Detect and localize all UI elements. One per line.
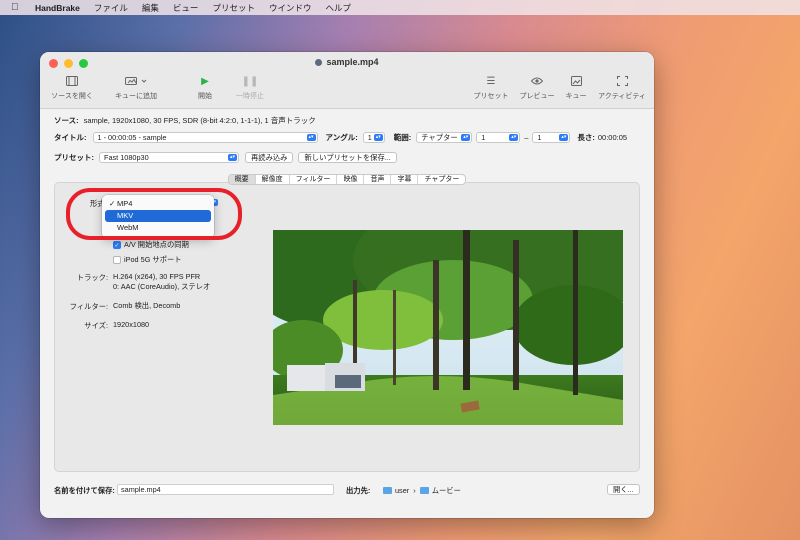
tab-summary[interactable]: 概要 bbox=[228, 175, 256, 184]
preset-label: プリセット: bbox=[54, 153, 94, 162]
window-title: sample.mp4 bbox=[40, 57, 654, 67]
tab-video[interactable]: 映像 bbox=[337, 175, 365, 184]
chevron-updown-icon: ▴▾ bbox=[509, 134, 519, 141]
pause-icon: ❚❚ bbox=[241, 75, 259, 87]
queue-button[interactable]: キュー bbox=[560, 74, 592, 101]
apple-icon[interactable]:  bbox=[11, 2, 23, 13]
film-icon bbox=[46, 74, 98, 88]
tracks-label: トラック: bbox=[76, 273, 108, 282]
size-label: サイズ: bbox=[84, 321, 108, 330]
tab-bar-container: 概要 解像度 フィルター 映像 音声 字幕 チャプター bbox=[40, 174, 654, 185]
folder-icon bbox=[383, 487, 392, 494]
tab-dimensions[interactable]: 解像度 bbox=[256, 175, 290, 184]
menu-help[interactable]: ヘルプ bbox=[325, 2, 351, 14]
main-window: sample.mp4 ソースを開く キューに追加 ▶ 開始 ❚❚ 一時停止 ☰ … bbox=[40, 52, 654, 518]
chevron-updown-icon: ▴▾ bbox=[306, 134, 316, 141]
save-new-preset-button[interactable]: 新しいプリセットを保存... bbox=[298, 152, 397, 163]
checkmark-icon: ✓ bbox=[113, 241, 121, 249]
tracks-value: H.264 (x264), 30 FPS PFR 0: AAC (CoreAud… bbox=[113, 272, 211, 291]
chevron-updown-icon: ▴▾ bbox=[559, 134, 569, 141]
menu-view[interactable]: ビュー bbox=[173, 2, 199, 14]
duration-value: 00:00:05 bbox=[597, 133, 628, 142]
menu-app[interactable]: HandBrake bbox=[35, 3, 80, 13]
menu-presets[interactable]: プリセット bbox=[212, 2, 255, 14]
menu-bar:  HandBrake ファイル 編集 ビュー プリセット ウインドウ ヘルプ bbox=[0, 0, 800, 15]
range-end-select[interactable]: 1 ▴▾ bbox=[532, 132, 571, 143]
queue-icon bbox=[560, 74, 592, 88]
filters-label: フィルター: bbox=[69, 302, 108, 311]
angle-label: アングル: bbox=[325, 133, 358, 142]
eye-icon bbox=[516, 74, 558, 88]
range-dash: – bbox=[524, 133, 529, 142]
tab-subtitles[interactable]: 字幕 bbox=[391, 175, 419, 184]
checkbox-box bbox=[113, 256, 121, 264]
browse-button[interactable]: 開く... bbox=[607, 484, 640, 495]
chevron-updown-icon: ▴▾ bbox=[373, 134, 383, 141]
chevron-updown-icon: ▴▾ bbox=[228, 154, 237, 161]
menu-window[interactable]: ウインドウ bbox=[269, 2, 312, 14]
title-row: タイトル: 1 - 00:00:05 - sample ▴▾ アングル: 1 ▴▾ … bbox=[54, 132, 627, 143]
title-select[interactable]: 1 - 00:00:05 - sample ▴▾ bbox=[92, 132, 318, 143]
source-label: ソース: bbox=[54, 116, 79, 125]
preview-button[interactable]: プレビュー bbox=[516, 74, 558, 101]
tab-chapters[interactable]: チャプター bbox=[418, 175, 465, 184]
title-label: タイトル: bbox=[54, 133, 87, 142]
preset-row: プリセット: Fast 1080p30 ▴▾ 再読み込み 新しいプリセットを保存.… bbox=[54, 152, 397, 163]
folder-icon bbox=[419, 487, 429, 494]
range-start-select[interactable]: 1 ▴▾ bbox=[476, 132, 521, 143]
activity-button[interactable]: アクティビティ bbox=[594, 74, 650, 101]
reload-preset-button[interactable]: 再読み込み bbox=[245, 152, 294, 163]
activity-icon bbox=[594, 74, 650, 88]
tab-bar: 概要 解像度 フィルター 映像 音声 字幕 チャプター bbox=[227, 174, 467, 185]
tab-audio[interactable]: 音声 bbox=[364, 175, 392, 184]
destination-path[interactable]: user › ムービー bbox=[383, 486, 461, 496]
preset-select[interactable]: Fast 1080p30 ▴▾ bbox=[99, 152, 239, 163]
menu-edit[interactable]: 編集 bbox=[142, 2, 159, 14]
range-type-select[interactable]: チャプター ▴▾ bbox=[416, 132, 473, 143]
angle-select[interactable]: 1 ▴▾ bbox=[362, 132, 385, 143]
size-value: 1920x1080 bbox=[113, 320, 150, 329]
annotation-highlight-ring bbox=[66, 188, 242, 240]
pause-button[interactable]: ❚❚ 一時停止 bbox=[232, 74, 268, 101]
save-row: 名前を付けて保存: sample.mp4 出力先: user › ムービー 開く… bbox=[40, 484, 654, 504]
chevron-updown-icon: ▴▾ bbox=[461, 134, 471, 141]
sliders-icon: ☰ bbox=[486, 75, 496, 87]
destination-label: 出力先: bbox=[346, 486, 371, 495]
add-queue-icon bbox=[110, 74, 162, 88]
source-info: sample, 1920x1080, 30 FPS, SDR (8-bit 4:… bbox=[83, 116, 316, 125]
save-filename-field[interactable]: sample.mp4 bbox=[117, 484, 334, 495]
range-label: 範囲: bbox=[393, 133, 412, 142]
play-icon: ▶ bbox=[201, 75, 209, 87]
park-scene-image bbox=[273, 230, 623, 425]
title-bar: sample.mp4 ソースを開く キューに追加 ▶ 開始 ❚❚ 一時停止 ☰ … bbox=[40, 52, 654, 109]
open-source-button[interactable]: ソースを開く bbox=[46, 74, 98, 101]
source-row: ソース: sample, 1920x1080, 30 FPS, SDR (8-b… bbox=[54, 115, 316, 126]
preview-image[interactable] bbox=[273, 230, 623, 425]
duration-label: 長さ: bbox=[577, 133, 595, 142]
filters-value: Comb 検出, Decomb bbox=[113, 301, 181, 310]
start-button[interactable]: ▶ 開始 bbox=[190, 74, 220, 101]
add-to-queue-button[interactable]: キューに追加 bbox=[110, 74, 162, 101]
av-sync-checkbox[interactable]: ✓ A/V 開始地点の同期 bbox=[113, 240, 189, 250]
ipod-support-checkbox[interactable]: iPod 5G サポート bbox=[113, 255, 182, 265]
document-icon bbox=[315, 59, 323, 66]
tab-filters[interactable]: フィルター bbox=[290, 175, 338, 184]
menu-file[interactable]: ファイル bbox=[94, 2, 128, 14]
save-as-label: 名前を付けて保存: bbox=[54, 486, 115, 495]
presets-button[interactable]: ☰ プリセット bbox=[470, 74, 512, 101]
